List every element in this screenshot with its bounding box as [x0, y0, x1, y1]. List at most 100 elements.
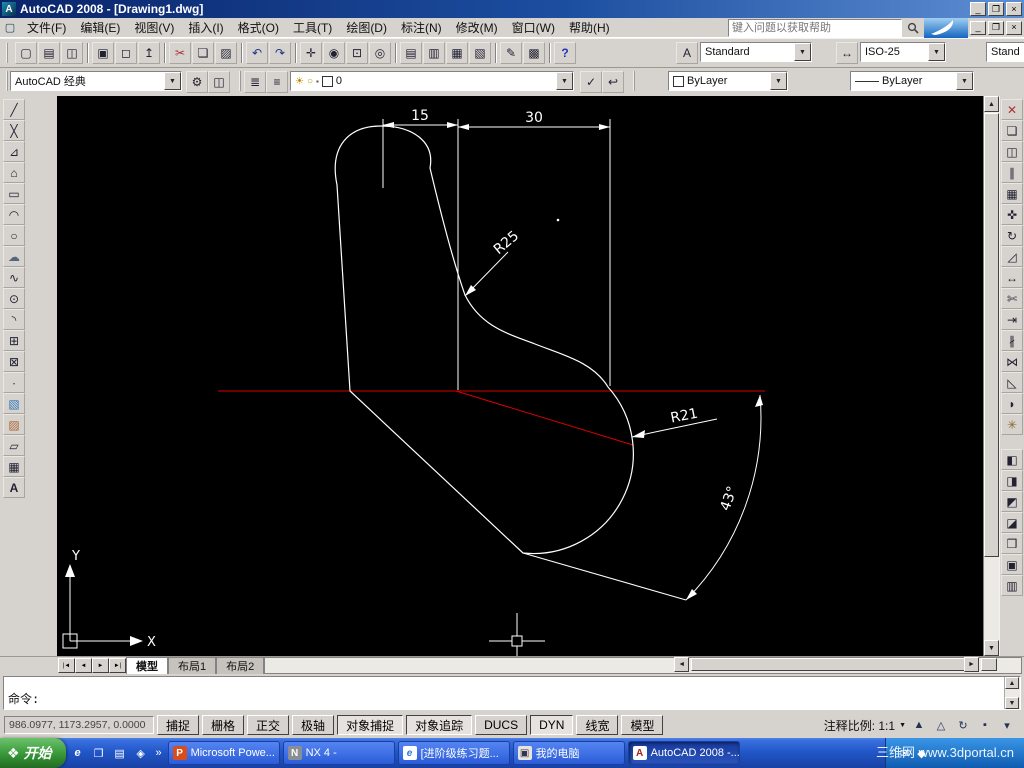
task-powerpoint[interactable]: P Microsoft Powe... — [167, 741, 280, 765]
workspace-settings-button[interactable]: ⚙ — [186, 71, 208, 93]
polygon-button[interactable]: ⌂ — [3, 162, 25, 183]
model-space-toggle[interactable]: 模型 — [621, 715, 664, 735]
drawing-file-icon[interactable]: ▢ — [2, 20, 18, 36]
combo-arrow-icon[interactable]: ▼ — [164, 72, 181, 90]
extend-button[interactable]: ⇥ — [1001, 309, 1023, 330]
copy-object-button[interactable]: ❏ — [1001, 120, 1023, 141]
cut-button[interactable]: ✂ — [169, 42, 191, 64]
combo-arrow-icon[interactable]: ▼ — [956, 72, 973, 90]
task-nx[interactable]: N NX 4 - — [282, 741, 395, 765]
draw-order-above-button[interactable]: ◩ — [1001, 491, 1023, 512]
quicklaunch-chevron-icon[interactable]: » — [153, 744, 165, 762]
command-scrollbar[interactable]: ▲ ▼ — [1004, 677, 1020, 709]
hatch-button[interactable]: ▧ — [3, 393, 25, 414]
polar-toggle[interactable]: 极轴 — [292, 715, 335, 735]
sheet-set-manager-button[interactable]: ▧ — [469, 42, 491, 64]
point-button[interactable]: ∙ — [3, 372, 25, 393]
publish-button[interactable]: ↥ — [138, 42, 160, 64]
drawing-canvas[interactable]: 15 30 R25 R21 43° Y X — [57, 96, 983, 656]
start-button[interactable]: ❖ 开始 — [0, 738, 66, 768]
toolbar-grip[interactable] — [633, 71, 638, 91]
erase-button[interactable]: ✕ — [1001, 99, 1023, 120]
layer-combo[interactable]: ☀ ○ ▪ 0 ▼ — [290, 71, 574, 91]
menu-dimension[interactable]: 标注(N) — [394, 17, 449, 38]
save-workspace-button[interactable]: ◫ — [208, 71, 230, 93]
properties-button[interactable]: ▤ — [400, 42, 422, 64]
draw-order-under-button[interactable]: ◪ — [1001, 512, 1023, 533]
ellipse-arc-button[interactable]: ◝ — [3, 309, 25, 330]
horizontal-scroll-thumb[interactable] — [691, 658, 968, 671]
menu-view[interactable]: 视图(V) — [127, 17, 181, 38]
doc-close-button[interactable]: × — [1006, 20, 1022, 35]
coordinates-readout[interactable]: 986.0977, 1173.2957, 0.0000 — [4, 716, 154, 734]
combo-arrow-icon[interactable]: ▼ — [794, 43, 811, 61]
quickcalc-button[interactable]: ▩ — [523, 42, 545, 64]
otrack-toggle[interactable]: 对象追踪 — [406, 715, 473, 735]
annotation-scale-arrow-icon[interactable]: ▼ — [899, 722, 906, 729]
make-block-button[interactable]: ⊠ — [3, 351, 25, 372]
menu-draw[interactable]: 绘图(D) — [339, 17, 394, 38]
scroll-right-icon[interactable]: ► — [964, 657, 979, 672]
restore-button[interactable]: ❐ — [988, 2, 1004, 16]
construction-line-button[interactable]: ╳ — [3, 120, 25, 141]
scroll-down-icon[interactable]: ▼ — [984, 640, 999, 656]
fillet-button[interactable]: ◗ — [1001, 393, 1023, 414]
menu-window[interactable]: 窗口(W) — [505, 17, 562, 38]
scroll-up-icon[interactable]: ▲ — [984, 96, 999, 112]
menu-file[interactable]: 文件(F) — [20, 17, 73, 38]
quicklaunch-folder-icon[interactable]: ▤ — [111, 744, 129, 762]
save-button[interactable]: ◫ — [61, 42, 83, 64]
doc-restore-button[interactable]: ❐ — [988, 20, 1004, 35]
undo-button[interactable]: ↶ — [246, 42, 268, 64]
draw-line-button[interactable]: ╱ — [3, 99, 25, 120]
scrollbar-splitter[interactable] — [981, 658, 997, 671]
menu-help[interactable]: 帮助(H) — [562, 17, 617, 38]
help-search-input[interactable] — [728, 18, 902, 37]
menu-edit[interactable]: 编辑(E) — [73, 17, 127, 38]
ellipse-button[interactable]: ⊙ — [3, 288, 25, 309]
explode-button[interactable]: ✳ — [1001, 414, 1023, 435]
zoom-window-button[interactable]: ⊡ — [346, 42, 368, 64]
help-button[interactable]: ? — [554, 42, 576, 64]
quicklaunch-app-icon[interactable]: ◈ — [132, 744, 150, 762]
redo-button[interactable]: ↷ — [269, 42, 291, 64]
toolbar-grip[interactable] — [6, 43, 11, 63]
layer-properties-button[interactable]: ≣ — [244, 71, 266, 93]
zoom-previous-button[interactable]: ◎ — [369, 42, 391, 64]
text-styles-button[interactable]: A — [676, 42, 698, 64]
panel-tool-button[interactable]: ❒ — [1001, 533, 1023, 554]
trim-button[interactable]: ✄ — [1001, 288, 1023, 309]
circle-button[interactable]: ○ — [3, 225, 25, 246]
task-my-computer[interactable]: ▣ 我的电脑 — [512, 741, 625, 765]
plot-preview-button[interactable]: ◻ — [115, 42, 137, 64]
tab-prev-icon[interactable]: ◄ — [75, 658, 92, 673]
paste-button[interactable]: ▨ — [215, 42, 237, 64]
rectangle-button[interactable]: ▭ — [3, 183, 25, 204]
dim-style-button[interactable]: ↔ — [836, 42, 858, 64]
menu-modify[interactable]: 修改(M) — [449, 17, 505, 38]
scroll-up-icon[interactable]: ▲ — [1005, 677, 1019, 689]
table-button[interactable]: ▦ — [3, 456, 25, 477]
layer-states-button[interactable]: ≡ — [266, 71, 288, 93]
stretch-button[interactable]: ↔ — [1001, 267, 1023, 288]
task-ie-exercise[interactable]: e [进阶级练习题... — [397, 741, 510, 765]
spline-button[interactable]: ∿ — [3, 267, 25, 288]
arc-button[interactable]: ◠ — [3, 204, 25, 225]
region-button[interactable]: ▱ — [3, 435, 25, 456]
annotation-visibility-icon[interactable]: ▲ — [910, 716, 928, 734]
panel-tool-button[interactable]: ▥ — [1001, 575, 1023, 596]
doc-minimize-button[interactable]: _ — [970, 20, 986, 35]
panel-tool-button[interactable]: ▣ — [1001, 554, 1023, 575]
workspace-combo[interactable]: AutoCAD 经典 ▼ — [10, 71, 182, 91]
move-button[interactable]: ✜ — [1001, 204, 1023, 225]
plot-button[interactable]: ▣ — [92, 42, 114, 64]
copy-button[interactable]: ❏ — [192, 42, 214, 64]
tab-first-icon[interactable]: |◄ — [58, 658, 75, 673]
tab-last-icon[interactable]: ►| — [109, 658, 126, 673]
linetype-combo[interactable]: ByLayer ▼ — [850, 71, 974, 91]
array-button[interactable]: ▦ — [1001, 183, 1023, 204]
table-style-combo[interactable]: Stand — [986, 42, 1024, 62]
osnap-toggle[interactable]: 对象捕捉 — [337, 715, 404, 735]
tool-palettes-button[interactable]: ▦ — [446, 42, 468, 64]
multiline-text-button[interactable]: A — [3, 477, 25, 498]
